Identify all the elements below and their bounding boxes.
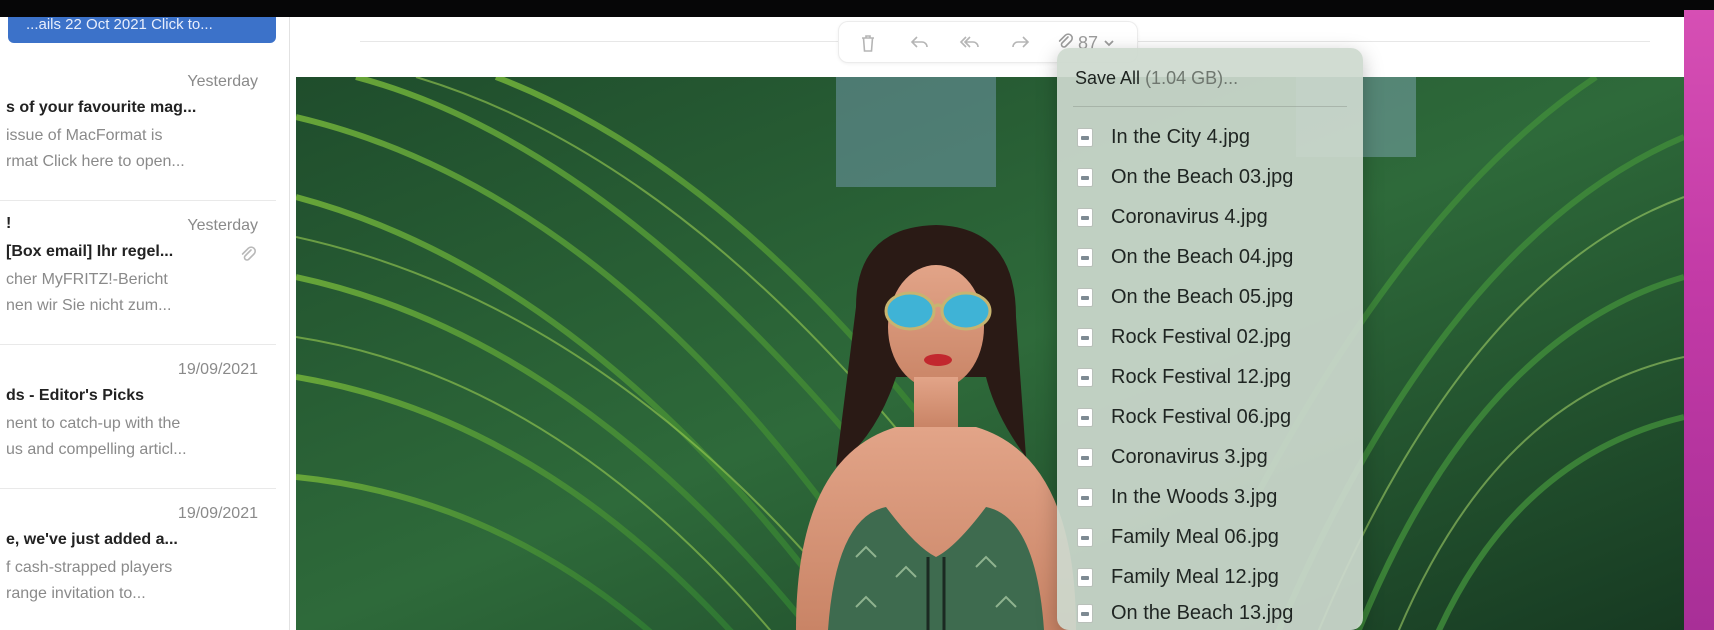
image-file-icon bbox=[1077, 448, 1093, 467]
image-file-icon bbox=[1077, 128, 1093, 147]
top-bezel bbox=[0, 0, 1714, 17]
attachment-filename: Rock Festival 02.jpg bbox=[1111, 326, 1292, 348]
image-file-icon bbox=[1077, 604, 1093, 623]
attachment-menu-item[interactable]: Family Meal 06.jpg bbox=[1075, 520, 1355, 554]
attachment-filename: Coronavirus 4.jpg bbox=[1111, 206, 1268, 228]
attachment-filename: In the City 4.jpg bbox=[1111, 126, 1250, 148]
attachment-menu-item[interactable]: On the Beach 05.jpg bbox=[1075, 280, 1355, 314]
attachment-menu-item[interactable]: Coronavirus 3.jpg bbox=[1075, 440, 1355, 474]
save-all-label: Save All bbox=[1075, 68, 1141, 88]
message-subject: e, we've just added a... bbox=[6, 531, 178, 548]
message-date: Yesterday bbox=[187, 217, 258, 234]
selected-message[interactable]: ...ails 22 Oct 2021 Click to... bbox=[8, 17, 276, 43]
message-preview: issue of MacFormat is bbox=[6, 127, 163, 144]
menu-separator bbox=[1073, 106, 1347, 107]
image-file-icon bbox=[1077, 168, 1093, 187]
message-subject: ds - Editor's Picks bbox=[6, 387, 145, 404]
forward-icon[interactable] bbox=[1005, 30, 1035, 56]
message-preview: us and compelling articl... bbox=[6, 441, 187, 458]
message-preview: rmat Click here to open... bbox=[6, 153, 185, 170]
attachment-menu-item[interactable]: Family Meal 12.jpg bbox=[1075, 560, 1355, 594]
attachment-filename: On the Beach 03.jpg bbox=[1111, 166, 1294, 188]
message-date: 19/09/2021 bbox=[177, 361, 258, 378]
image-file-icon bbox=[1077, 568, 1093, 587]
attachment-menu-item[interactable]: Rock Festival 12.jpg bbox=[1075, 360, 1355, 394]
desktop-background bbox=[1684, 10, 1714, 630]
reply-icon[interactable] bbox=[905, 30, 935, 56]
message-preview: nen wir Sie nicht zum... bbox=[6, 297, 172, 314]
image-file-icon bbox=[1077, 208, 1093, 227]
message-subject: [Box email] Ihr regel... bbox=[6, 243, 174, 260]
message-preview: cher MyFRITZ!-Bericht bbox=[6, 271, 168, 288]
image-file-icon bbox=[1077, 528, 1093, 547]
attachment-image-preview bbox=[296, 77, 1684, 630]
message-item[interactable]: Yesterday s of your favourite mag... iss… bbox=[0, 61, 276, 201]
image-file-icon bbox=[1077, 288, 1093, 307]
attachment-filename: Rock Festival 06.jpg bbox=[1111, 406, 1292, 428]
paperclip-icon bbox=[240, 245, 256, 263]
attachment-menu-item[interactable]: Rock Festival 02.jpg bbox=[1075, 320, 1355, 354]
attachment-filename: Rock Festival 12.jpg bbox=[1111, 366, 1292, 388]
attachment-filename: Family Meal 06.jpg bbox=[1111, 526, 1279, 548]
message-item[interactable]: Yesterday ! [Box email] Ihr regel... che… bbox=[0, 205, 276, 345]
attachment-filename: Coronavirus 3.jpg bbox=[1111, 446, 1268, 468]
attachment-menu-item[interactable]: Coronavirus 4.jpg bbox=[1075, 200, 1355, 234]
attachment-filename: On the Beach 05.jpg bbox=[1111, 286, 1294, 308]
screen-frame: ...ails 22 Oct 2021 Click to... Yesterda… bbox=[0, 0, 1714, 630]
message-item[interactable]: 19/09/2021 ds - Editor's Picks nent to c… bbox=[0, 349, 276, 489]
mail-window: ...ails 22 Oct 2021 Click to... Yesterda… bbox=[0, 17, 1684, 630]
attachment-menu-item[interactable]: In the City 4.jpg bbox=[1075, 120, 1355, 154]
trash-icon[interactable] bbox=[853, 30, 883, 56]
save-attachments-menu: Save All (1.04 GB)... In the City 4.jpg … bbox=[1057, 48, 1363, 630]
image-file-icon bbox=[1077, 368, 1093, 387]
attachment-filename: In the Woods 3.jpg bbox=[1111, 486, 1278, 508]
attachment-menu-item[interactable]: In the Woods 3.jpg bbox=[1075, 480, 1355, 514]
message-date: Yesterday bbox=[187, 73, 258, 90]
attachment-filename: On the Beach 04.jpg bbox=[1111, 246, 1294, 268]
save-all-size: (1.04 GB)... bbox=[1145, 68, 1239, 88]
image-file-icon bbox=[1077, 328, 1093, 347]
attachment-menu-item[interactable]: On the Beach 13.jpg bbox=[1075, 596, 1355, 630]
image-file-icon bbox=[1077, 408, 1093, 427]
message-preview: f cash-strapped players bbox=[6, 559, 173, 576]
image-file-icon bbox=[1077, 488, 1093, 507]
selected-message-preview: ...ails 22 Oct 2021 Click to... bbox=[26, 17, 213, 33]
message-list: ...ails 22 Oct 2021 Click to... Yesterda… bbox=[0, 17, 290, 630]
attachment-filename: On the Beach 13.jpg bbox=[1111, 602, 1294, 624]
attachment-menu-item[interactable]: On the Beach 03.jpg bbox=[1075, 160, 1355, 194]
message-date: 19/09/2021 bbox=[177, 505, 258, 522]
reply-all-icon[interactable] bbox=[955, 30, 985, 56]
message-preview: nent to catch-up with the bbox=[6, 415, 181, 432]
message-preview: range invitation to... bbox=[6, 585, 146, 602]
attachment-filename: Family Meal 12.jpg bbox=[1111, 566, 1279, 588]
message-subject: s of your favourite mag... bbox=[6, 99, 197, 116]
message-content: 87 bbox=[290, 17, 1684, 630]
image-file-icon bbox=[1077, 248, 1093, 267]
attachment-menu-item[interactable]: On the Beach 04.jpg bbox=[1075, 240, 1355, 274]
message-flag: ! bbox=[6, 215, 12, 232]
message-item[interactable]: 19/09/2021 e, we've just added a... f ca… bbox=[0, 493, 276, 630]
attachment-menu-item[interactable]: Rock Festival 06.jpg bbox=[1075, 400, 1355, 434]
save-all-menu-item[interactable]: Save All (1.04 GB)... bbox=[1075, 68, 1238, 89]
